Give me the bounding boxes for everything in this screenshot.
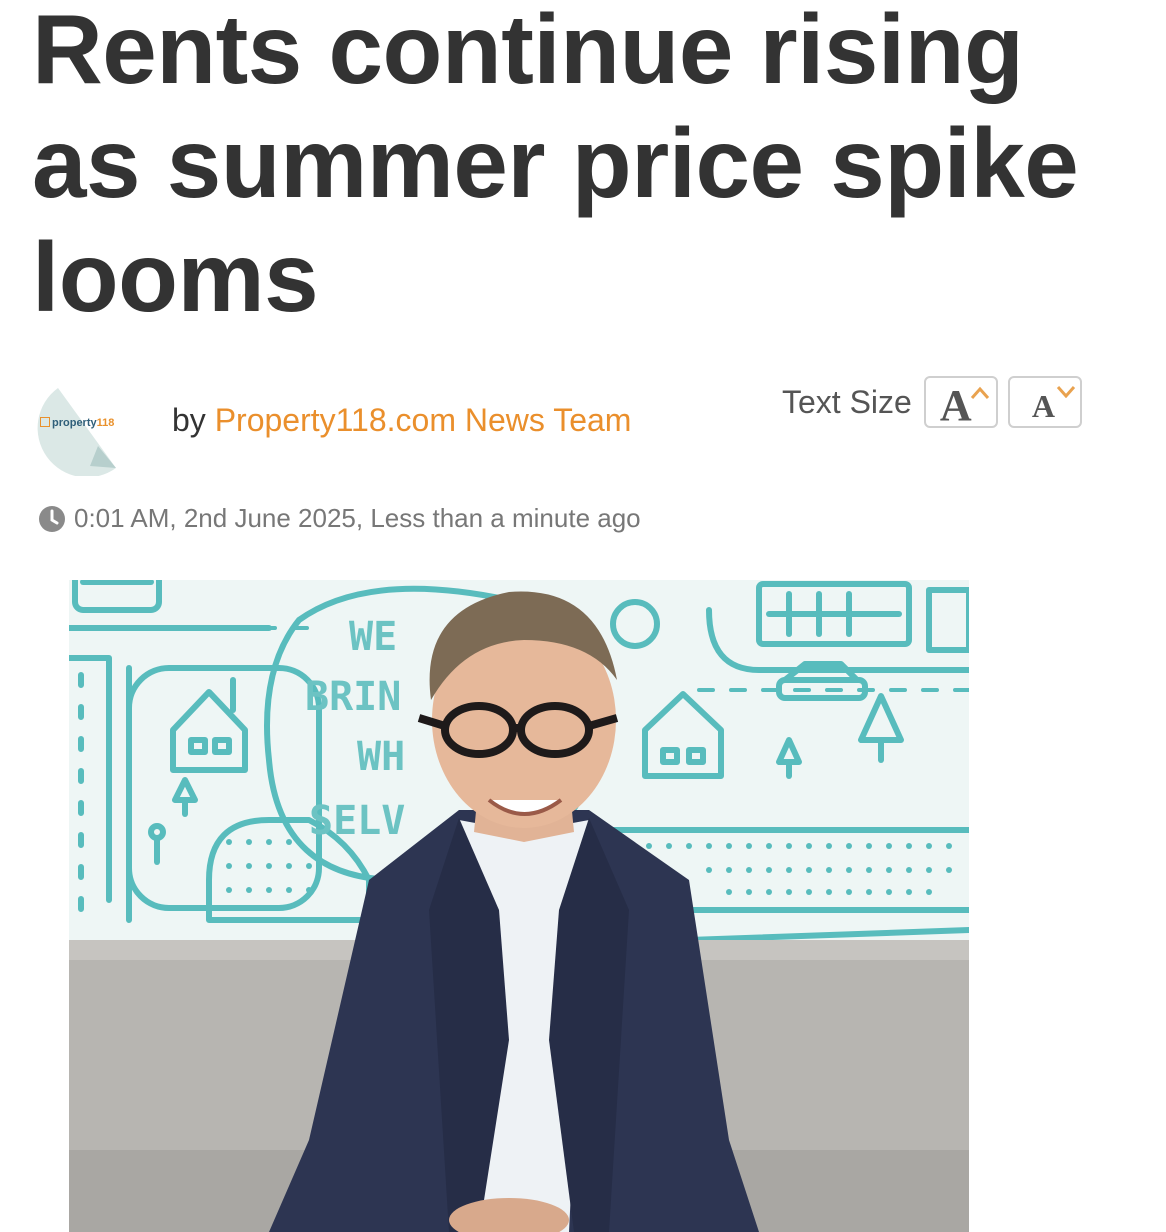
byline: by Property118.com News Team bbox=[172, 402, 631, 439]
text-size-label: Text Size bbox=[782, 383, 912, 420]
article-photo-illustration: WE BRIN WH SELV bbox=[69, 580, 969, 1232]
decrease-text-size-button[interactable]: A bbox=[1007, 376, 1082, 428]
logo-wordmark: property118 bbox=[40, 417, 114, 429]
article-image[interactable]: WE BRIN WH SELV bbox=[69, 580, 969, 1232]
text-size-control: Text Size A A bbox=[782, 376, 1082, 430]
letter-a-small-icon: A bbox=[1031, 388, 1055, 424]
timestamp: 0:01 AM, 2nd June 2025, Less than a minu… bbox=[74, 503, 641, 533]
wall-text-line: WH bbox=[357, 734, 405, 780]
chevron-up-icon bbox=[970, 386, 989, 399]
increase-text-size-button[interactable]: A bbox=[923, 376, 998, 430]
article-title: Rents continue rising as summer price sp… bbox=[32, 0, 1079, 332]
letter-a-large-icon: A bbox=[939, 381, 972, 430]
wall-text-line: BRIN bbox=[305, 674, 401, 720]
byline-prefix: by bbox=[172, 402, 206, 438]
author-link[interactable]: Property118.com News Team bbox=[215, 402, 632, 438]
wall-text-line: WE bbox=[349, 614, 397, 660]
wall-text-line: SELV bbox=[309, 798, 405, 844]
logo-badge-shape bbox=[37, 388, 117, 478]
clock-icon bbox=[39, 505, 65, 532]
house-icon bbox=[40, 417, 50, 427]
article-meta: 0:01 AM, 2nd June 2025, Less than a minu… bbox=[38, 503, 641, 534]
chevron-down-icon bbox=[1056, 386, 1075, 398]
publisher-logo[interactable] bbox=[28, 386, 124, 478]
